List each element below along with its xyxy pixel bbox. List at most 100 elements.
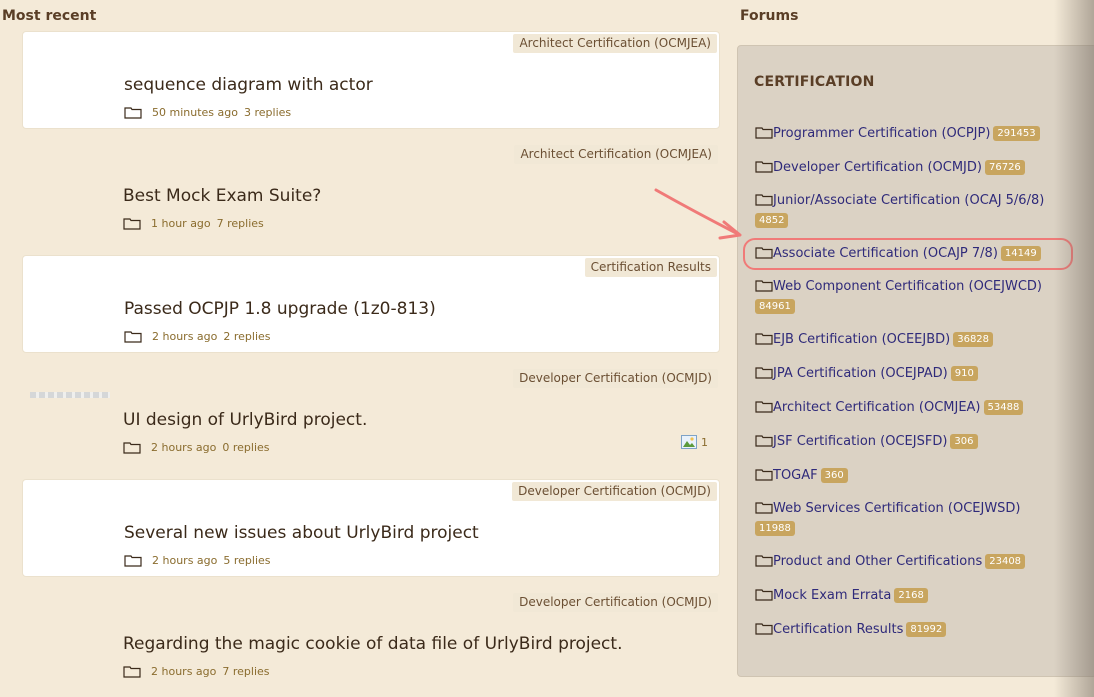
folder-icon [755, 589, 773, 601]
post-forum-tag[interactable]: Developer Certification (OCMJD) [513, 369, 718, 388]
folder-icon [755, 502, 773, 514]
folder-icon [124, 331, 142, 343]
post-count-badge: 76726 [984, 160, 1025, 175]
post-item[interactable]: Certification Results Passed OCPJP 1.8 u… [22, 255, 720, 353]
folder-icon [123, 218, 141, 230]
post-time[interactable]: 1 hour ago [151, 217, 211, 230]
forum-name[interactable]: Web Services Certification (OCEJWSD) [773, 501, 1021, 516]
forum-name[interactable]: Junior/Associate Certification (OCAJ 5/6… [773, 193, 1044, 208]
folder-icon [755, 127, 773, 139]
forum-item-product-other[interactable]: Product and Other Certifications 23408 [755, 551, 1085, 573]
forum-item-ocejsfd[interactable]: JSF Certification (OCEJSFD) 306 [755, 431, 1085, 453]
post-count-badge: 23408 [985, 554, 1026, 569]
post-count-badge: 2168 [894, 588, 928, 603]
post-forum-tag[interactable]: Certification Results [584, 258, 717, 277]
folder-icon [755, 280, 773, 292]
post-replies[interactable]: 2 replies [223, 330, 270, 343]
post-count-badge: 81992 [906, 622, 947, 637]
forum-item-ocejwsd[interactable]: Web Services Certification (OCEJWSD) 1198… [755, 499, 1085, 539]
post-forum-tag[interactable]: Architect Certification (OCMJEA) [514, 145, 718, 164]
post-time[interactable]: 2 hours ago [152, 554, 217, 567]
post-replies[interactable]: 0 replies [222, 441, 269, 454]
post-meta: 50 minutes ago 3 replies [124, 106, 291, 119]
post-thumbnail[interactable] [30, 392, 110, 398]
forum-name[interactable]: JPA Certification (OCEJPAD) [773, 366, 948, 381]
post-replies[interactable]: 5 replies [223, 554, 270, 567]
post-count-badge: 11988 [755, 521, 795, 536]
post-item[interactable]: Architect Certification (OCMJEA) Best Mo… [22, 143, 720, 241]
forum-name[interactable]: Product and Other Certifications [773, 554, 982, 569]
post-forum-tag[interactable]: Developer Certification (OCMJD) [513, 593, 718, 612]
folder-icon [755, 469, 773, 481]
post-item[interactable]: Developer Certification (OCMJD) UI desig… [22, 367, 720, 465]
post-count-badge: 53488 [983, 400, 1024, 415]
most-recent-heading: Most recent [2, 8, 97, 24]
post-forum-tag[interactable]: Architect Certification (OCMJEA) [513, 34, 717, 53]
post-count-badge: 36828 [953, 332, 994, 347]
folder-icon [755, 161, 773, 173]
post-meta: 2 hours ago 2 replies [124, 330, 271, 343]
post-count-badge: 306 [950, 434, 978, 449]
folder-icon [123, 666, 141, 678]
forum-name[interactable]: TOGAF [773, 468, 818, 483]
forum-list: Programmer Certification (OCPJP) 291453 D… [755, 123, 1085, 653]
post-item[interactable]: Developer Certification (OCMJD) Several … [22, 479, 720, 577]
post-meta: 2 hours ago 0 replies [123, 441, 270, 454]
forum-name[interactable]: JSF Certification (OCEJSFD) [773, 434, 947, 449]
post-title[interactable]: sequence diagram with actor [124, 75, 373, 95]
folder-icon [755, 333, 773, 345]
post-time[interactable]: 2 hours ago [151, 441, 216, 454]
post-meta: 2 hours ago 5 replies [124, 554, 271, 567]
folder-icon [755, 401, 773, 413]
forums-panel: CERTIFICATION Programmer Certification (… [737, 45, 1094, 677]
forum-item-mock-exam-errata[interactable]: Mock Exam Errata 2168 [755, 585, 1085, 607]
post-title[interactable]: Regarding the magic cookie of data file … [123, 634, 622, 654]
post-replies[interactable]: 3 replies [244, 106, 291, 119]
forum-name[interactable]: EJB Certification (OCEEJBD) [773, 332, 950, 347]
post-meta: 2 hours ago 7 replies [123, 665, 270, 678]
forum-item-certification-results[interactable]: Certification Results 81992 [755, 619, 1085, 641]
post-time[interactable]: 2 hours ago [152, 330, 217, 343]
forum-item-ocpjp[interactable]: Programmer Certification (OCPJP) 291453 [755, 123, 1085, 145]
folder-icon [124, 555, 142, 567]
post-title[interactable]: Passed OCPJP 1.8 upgrade (1z0-813) [124, 299, 436, 319]
post-time[interactable]: 2 hours ago [151, 665, 216, 678]
forum-item-ocejwcd[interactable]: Web Component Certification (OCEJWCD) 849… [755, 277, 1085, 317]
forum-name[interactable]: Architect Certification (OCMJEA) [773, 400, 981, 415]
post-count-badge: 84961 [755, 299, 795, 314]
forum-item-togaf[interactable]: TOGAF 360 [755, 465, 1085, 487]
post-replies[interactable]: 7 replies [222, 665, 269, 678]
forum-item-ocmjea[interactable]: Architect Certification (OCMJEA) 53488 [755, 397, 1085, 419]
folder-icon [124, 107, 142, 119]
forum-name[interactable]: Programmer Certification (OCPJP) [773, 126, 990, 141]
forum-item-oceejbd[interactable]: EJB Certification (OCEEJBD) 36828 [755, 329, 1085, 351]
attachment-count[interactable]: 1 [681, 435, 708, 449]
post-title[interactable]: Best Mock Exam Suite? [123, 186, 321, 206]
arrow-annotation [654, 188, 742, 240]
forum-name[interactable]: Developer Certification (OCMJD) [773, 160, 982, 175]
post-replies[interactable]: 7 replies [217, 217, 264, 230]
forum-item-ocaj[interactable]: Junior/Associate Certification (OCAJ 5/6… [755, 191, 1085, 231]
post-count-badge: 910 [950, 366, 978, 381]
highlight-annotation [743, 238, 1073, 270]
folder-icon [755, 435, 773, 447]
post-count-badge: 360 [820, 468, 848, 483]
post-item[interactable]: Architect Certification (OCMJEA) sequenc… [22, 31, 720, 129]
forums-heading: Forums [740, 8, 799, 24]
post-item[interactable]: Developer Certification (OCMJD) Regardin… [22, 591, 720, 689]
post-title[interactable]: UI design of UrlyBird project. [123, 410, 367, 430]
folder-icon [123, 442, 141, 454]
image-icon [681, 435, 697, 449]
forum-name[interactable]: Mock Exam Errata [773, 588, 891, 603]
post-time[interactable]: 50 minutes ago [152, 106, 238, 119]
post-forum-tag[interactable]: Developer Certification (OCMJD) [512, 482, 717, 501]
forum-name[interactable]: Web Component Certification (OCEJWCD) [773, 279, 1042, 294]
post-meta: 1 hour ago 7 replies [123, 217, 264, 230]
post-title[interactable]: Several new issues about UrlyBird projec… [124, 523, 479, 543]
forum-item-ocmjd[interactable]: Developer Certification (OCMJD) 76726 [755, 157, 1085, 179]
forum-name[interactable]: Certification Results [773, 622, 903, 637]
most-recent-column: Most recent Architect Certification (OCM… [0, 0, 725, 697]
forum-item-ocejpad[interactable]: JPA Certification (OCEJPAD) 910 [755, 363, 1085, 385]
post-count-badge: 4852 [755, 213, 789, 228]
attachment-count-value: 1 [701, 435, 708, 449]
